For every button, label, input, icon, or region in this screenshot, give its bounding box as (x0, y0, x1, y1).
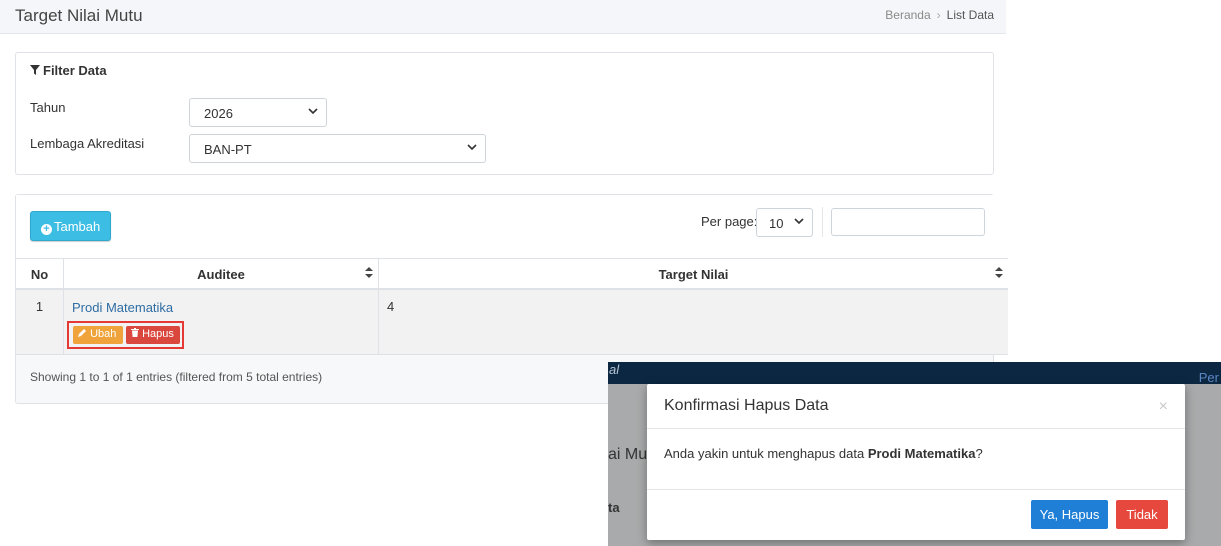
background-navbar: al Per (608, 362, 1221, 385)
per-page-select[interactable]: 10 (756, 208, 813, 237)
filter-title: Filter Data (30, 63, 107, 78)
table-row: 1 Prodi Matematika Ubah Hapus 4 (16, 290, 1008, 355)
table-footer-info: Showing 1 to 1 of 1 entries (filtered fr… (30, 370, 323, 384)
auditee-link[interactable]: Prodi Matematika (72, 300, 173, 315)
add-button-label: Tambah (54, 219, 101, 234)
column-header-no: No (16, 259, 64, 289)
breadcrumb: Beranda › List Data (885, 8, 994, 22)
row-auditee-cell: Prodi Matematika Ubah Hapus (64, 290, 379, 354)
delete-button[interactable]: Hapus (126, 326, 180, 344)
modal-header: Konfirmasi Hapus Data × (647, 384, 1185, 429)
search-input[interactable] (831, 208, 985, 236)
edit-button[interactable]: Ubah (73, 326, 123, 344)
sort-icon (365, 267, 373, 281)
column-header-auditee-label: Auditee (197, 267, 245, 282)
background-title-fragment: ai Mu (608, 446, 648, 463)
lembaga-select[interactable]: BAN-PT (189, 134, 486, 163)
plus-circle-icon: + (41, 224, 52, 235)
modal-message-item: Prodi Matematika (867, 446, 976, 461)
tahun-select-value: 2026 (204, 106, 233, 121)
modal-footer: Ya, Hapus Tidak (647, 489, 1185, 540)
page-header: Target Nilai Mutu Beranda › List Data (0, 0, 1006, 34)
action-buttons-highlight: Ubah Hapus (67, 321, 184, 349)
breadcrumb-current: List Data (946, 8, 994, 22)
modal-message-prefix: Anda yakin untuk menghapus data (664, 446, 868, 461)
modal-message: Anda yakin untuk menghapus data Prodi Ma… (664, 446, 983, 461)
breadcrumb-separator: › (936, 8, 941, 22)
chevron-down-icon (308, 106, 318, 119)
sort-icon (995, 267, 1003, 281)
lembaga-label: Lembaga Akreditasi (30, 136, 145, 151)
column-header-target-nilai[interactable]: Target Nilai (379, 259, 1008, 289)
breadcrumb-home-link[interactable]: Beranda (885, 8, 930, 22)
row-target-cell: 4 (387, 299, 395, 314)
column-header-target-label: Target Nilai (658, 267, 729, 282)
table-header: No Auditee Target Nilai (16, 258, 1008, 290)
modal-message-suffix: ? (975, 446, 983, 461)
close-icon[interactable]: × (1159, 398, 1168, 416)
background-navbar-text: al (609, 362, 620, 377)
background-navbar-right-text: Per (1198, 370, 1219, 385)
filter-title-label: Filter Data (43, 63, 107, 78)
per-page-label: Per page: (701, 214, 758, 229)
background-label-fragment: ta (608, 500, 620, 515)
modal-title: Konfirmasi Hapus Data (664, 397, 829, 414)
row-number: 1 (16, 290, 64, 354)
cancel-button[interactable]: Tidak (1116, 500, 1168, 529)
column-header-auditee[interactable]: Auditee (64, 259, 379, 289)
per-page-value: 10 (769, 216, 784, 231)
confirm-delete-button[interactable]: Ya, Hapus (1031, 500, 1108, 529)
page-title: Target Nilai Mutu (15, 6, 143, 25)
add-button[interactable]: + Tambah (30, 211, 111, 241)
chevron-down-icon (794, 216, 804, 229)
delete-button-label: Hapus (142, 328, 174, 340)
tahun-select[interactable]: 2026 (189, 98, 327, 127)
chevron-down-icon (467, 142, 477, 155)
pencil-icon (78, 328, 87, 340)
filter-icon (30, 63, 40, 78)
table-toolbar: + Tambah Per page: 10 (16, 195, 995, 258)
trash-icon (131, 328, 139, 340)
filter-card: Filter Data Tahun 2026 Lembaga Akreditas… (15, 52, 994, 175)
lembaga-select-value: BAN-PT (204, 142, 252, 157)
toolbar-divider (822, 207, 823, 237)
delete-confirm-modal: Konfirmasi Hapus Data × Anda yakin untuk… (647, 384, 1185, 540)
edit-button-label: Ubah (90, 328, 117, 340)
tahun-label: Tahun (30, 100, 66, 115)
